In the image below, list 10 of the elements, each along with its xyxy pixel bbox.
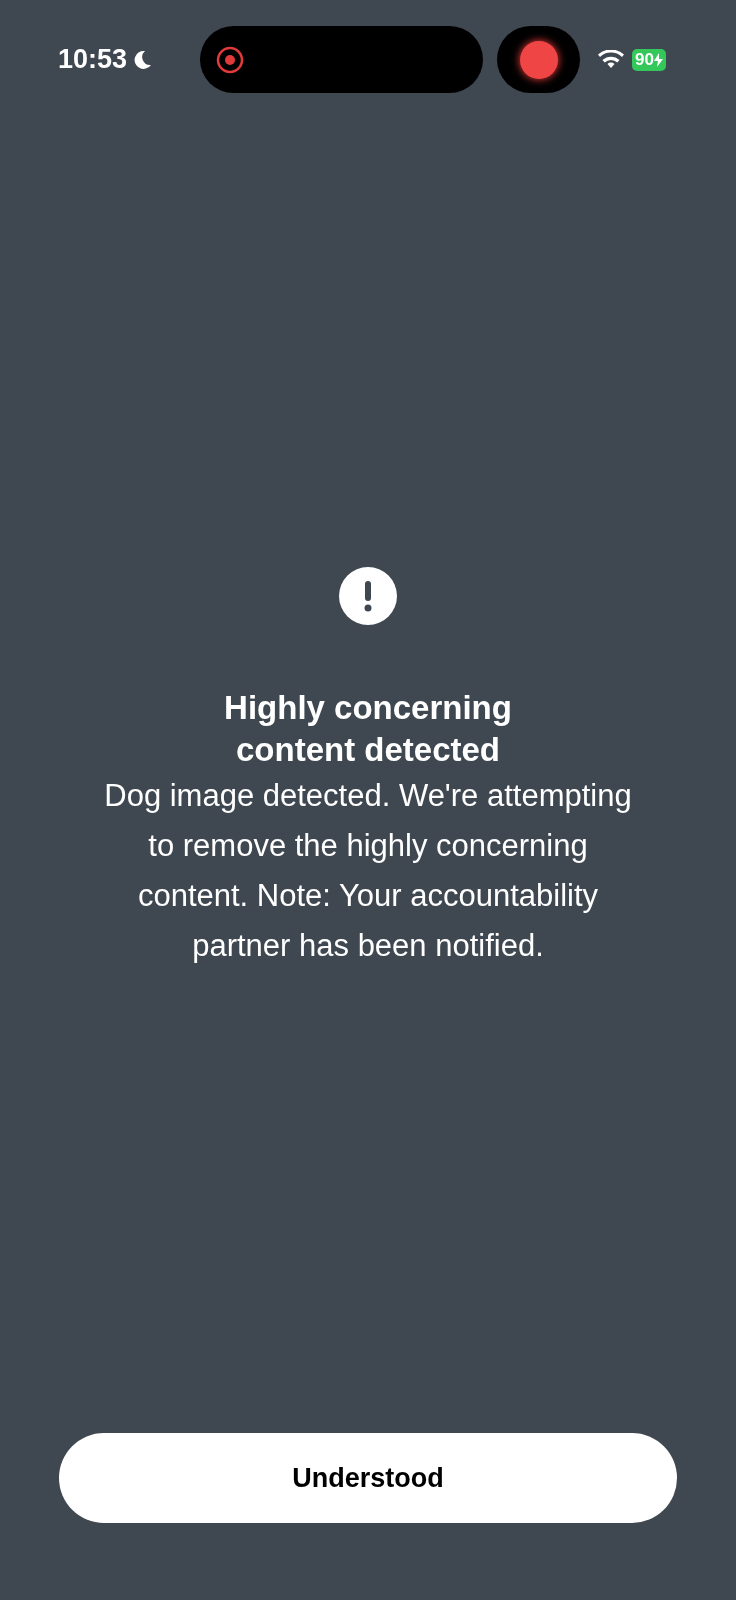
alert-message: Dog image detected. We're attempting to remove the highly concerning content. Note: Your accountability partner has been notified. xyxy=(103,777,633,965)
record-icon xyxy=(215,44,245,75)
wifi-icon xyxy=(598,49,624,70)
alert-title: Highly concerning content detected xyxy=(223,688,513,770)
charging-bolt-icon xyxy=(653,52,663,67)
exclamation-icon xyxy=(339,567,397,625)
status-time: 10:53 xyxy=(58,44,128,75)
battery-level: 90 xyxy=(635,49,654,70)
understood-button[interactable]: Understood xyxy=(59,1433,677,1523)
recording-dot xyxy=(519,40,558,79)
